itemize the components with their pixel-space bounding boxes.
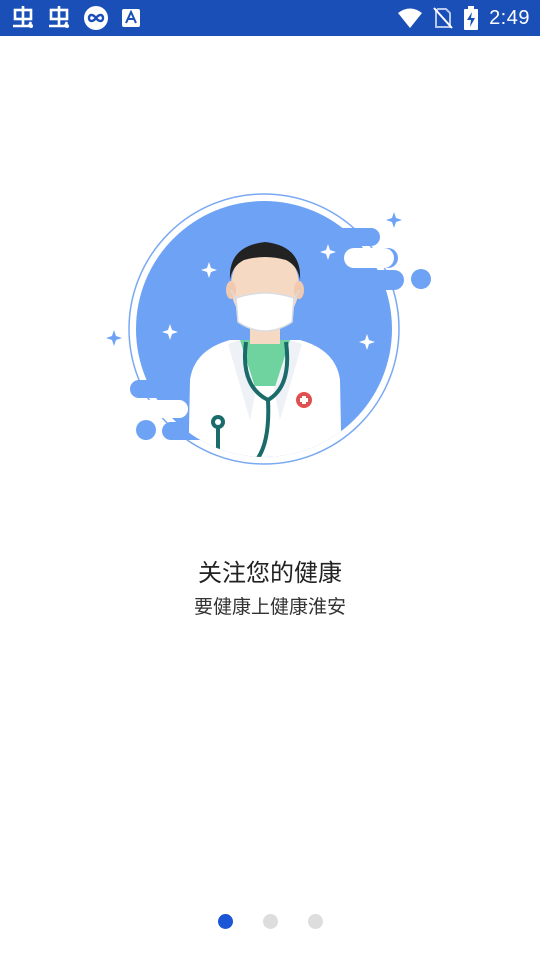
battery-charging-icon <box>463 6 479 30</box>
system-icons: 2:49 <box>397 4 530 32</box>
text-a-app-icon <box>120 7 142 29</box>
infinity-app-icon <box>82 5 110 31</box>
doctor-illustration <box>100 190 440 480</box>
page-dot-2[interactable] <box>262 914 278 929</box>
onboarding-subtitle: 要健康上健康淮安 <box>193 596 346 618</box>
chinese-char-app-icon <box>46 5 72 31</box>
onboarding-title: 关注您的健康 <box>198 559 342 587</box>
notification-icons <box>10 4 142 32</box>
status-bar: 2:49 <box>0 0 540 36</box>
page-dot-1[interactable] <box>217 914 233 929</box>
doctor-with-mask-illustration <box>106 193 431 465</box>
clock: 2:49 <box>489 6 530 29</box>
no-sim-icon <box>433 7 453 29</box>
wifi-icon <box>397 7 423 29</box>
chinese-char-app-icon <box>10 5 36 31</box>
page-dot-3[interactable] <box>307 914 323 929</box>
page-indicator <box>0 914 540 930</box>
